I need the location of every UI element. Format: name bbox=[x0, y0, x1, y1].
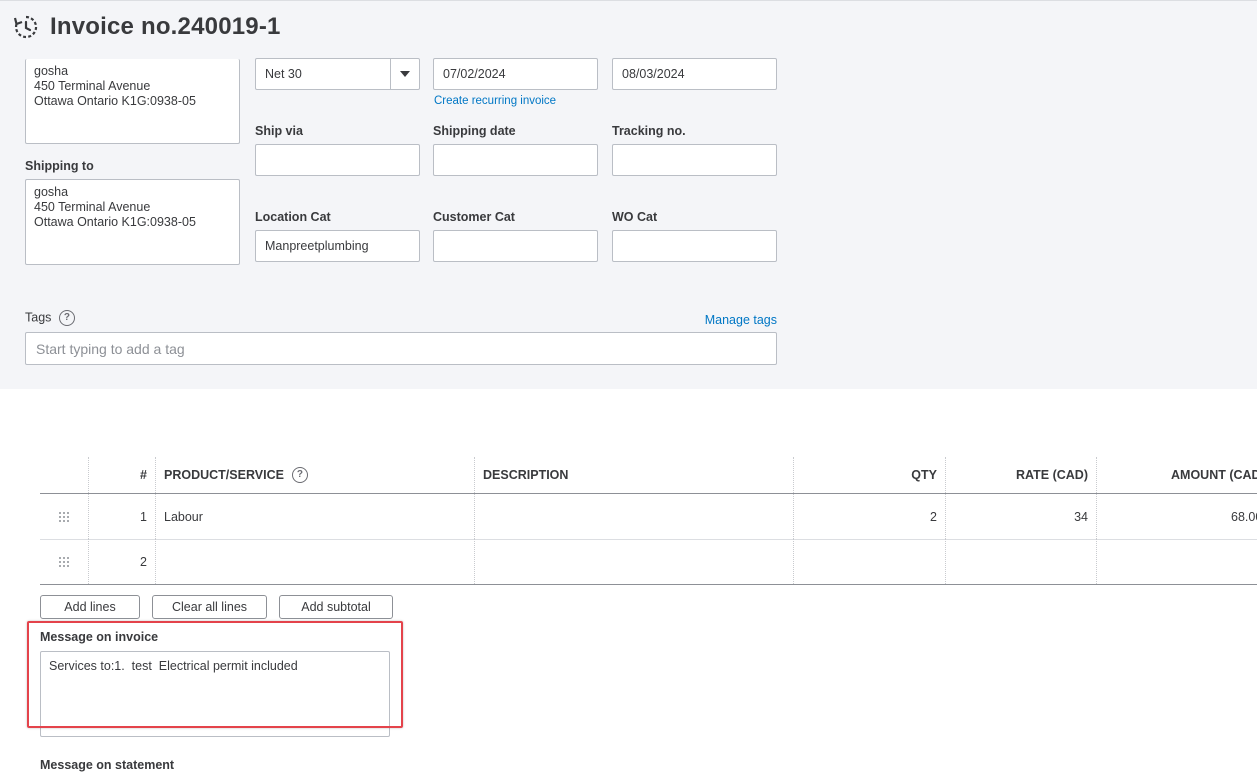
invoice-date-input[interactable]: 07/02/2024 bbox=[433, 58, 598, 90]
shipping-date-input[interactable] bbox=[433, 144, 598, 176]
header-qty: QTY bbox=[793, 457, 945, 493]
help-icon[interactable]: ? bbox=[291, 467, 308, 483]
row-number: 1 bbox=[88, 494, 155, 539]
manage-tags-link[interactable]: Manage tags bbox=[705, 313, 777, 327]
table-row[interactable]: 1 Labour 2 34 68.00 bbox=[40, 494, 1257, 540]
address-line: gosha bbox=[34, 64, 69, 78]
tracking-no-input[interactable] bbox=[612, 144, 777, 176]
row-product[interactable] bbox=[155, 539, 474, 584]
customer-cat-input[interactable] bbox=[433, 230, 598, 262]
header-amount: AMOUNT (CAD) bbox=[1096, 457, 1257, 493]
address-line: Ottawa Ontario K1G:0938-05 bbox=[34, 94, 196, 108]
message-on-invoice-label: Message on invoice bbox=[40, 630, 159, 644]
terms-value: Net 30 bbox=[265, 67, 302, 81]
header-description: DESCRIPTION bbox=[474, 457, 793, 493]
dropdown-arrow-icon[interactable] bbox=[390, 59, 419, 89]
customer-cat-label: Customer Cat bbox=[433, 210, 515, 224]
add-lines-button[interactable]: Add lines bbox=[40, 595, 140, 619]
drag-handle-icon[interactable] bbox=[40, 539, 88, 584]
address-line: 450 Terminal Avenue bbox=[34, 200, 151, 214]
header-rate: RATE (CAD) bbox=[945, 457, 1096, 493]
shipping-to-label: Shipping to bbox=[25, 159, 94, 173]
ship-via-label: Ship via bbox=[255, 124, 303, 138]
create-recurring-invoice-link[interactable]: Create recurring invoice bbox=[434, 95, 556, 107]
shipping-date-label: Shipping date bbox=[433, 124, 516, 138]
message-on-invoice-input[interactable]: Services to:1. test Electrical permit in… bbox=[40, 651, 390, 737]
line-items-table: # PRODUCT/SERVICE ? DESCRIPTION QTY RATE… bbox=[40, 457, 1257, 585]
header-drag-column bbox=[40, 457, 88, 493]
tags-label: Tags bbox=[25, 310, 52, 325]
clear-all-lines-button[interactable]: Clear all lines bbox=[152, 595, 267, 619]
add-subtotal-button[interactable]: Add subtotal bbox=[279, 595, 393, 619]
row-product[interactable]: Labour bbox=[155, 494, 474, 539]
tags-label-row: Tags ? bbox=[25, 310, 75, 326]
row-qty[interactable] bbox=[793, 539, 945, 584]
drag-handle-icon[interactable] bbox=[40, 494, 88, 539]
row-rate[interactable] bbox=[945, 539, 1096, 584]
header-product-service: PRODUCT/SERVICE ? bbox=[155, 457, 474, 493]
due-date-input[interactable]: 08/03/2024 bbox=[612, 58, 777, 90]
terms-select[interactable]: Net 30 bbox=[255, 58, 420, 90]
row-amount[interactable]: 68.00 bbox=[1096, 494, 1257, 539]
billing-address-field[interactable]: gosha 450 Terminal Avenue Ottawa Ontario… bbox=[25, 59, 240, 144]
address-line: 450 Terminal Avenue bbox=[34, 79, 151, 93]
address-line: gosha bbox=[34, 185, 69, 199]
invoice-header-panel: Invoice no.240019-1 gosha 450 Terminal A… bbox=[0, 0, 1257, 389]
row-qty[interactable]: 2 bbox=[793, 494, 945, 539]
shipping-address-field[interactable]: gosha 450 Terminal Avenue Ottawa Ontario… bbox=[25, 179, 240, 265]
row-rate[interactable]: 34 bbox=[945, 494, 1096, 539]
header-product-label: PRODUCT/SERVICE bbox=[164, 468, 284, 482]
tags-input[interactable] bbox=[25, 332, 777, 365]
recent-history-icon[interactable] bbox=[12, 13, 40, 41]
row-amount[interactable] bbox=[1096, 539, 1257, 584]
location-cat-input[interactable]: Manpreetplumbing bbox=[255, 230, 420, 262]
tracking-no-label: Tracking no. bbox=[612, 124, 686, 138]
location-cat-label: Location Cat bbox=[255, 210, 331, 224]
header-number: # bbox=[88, 457, 155, 493]
table-header-row: # PRODUCT/SERVICE ? DESCRIPTION QTY RATE… bbox=[40, 457, 1257, 494]
address-line: Ottawa Ontario K1G:0938-05 bbox=[34, 215, 196, 229]
row-number: 2 bbox=[88, 539, 155, 584]
table-row[interactable]: 2 bbox=[40, 539, 1257, 585]
row-description[interactable] bbox=[474, 494, 793, 539]
row-description[interactable] bbox=[474, 539, 793, 584]
page-title: Invoice no.240019-1 bbox=[50, 13, 281, 40]
wo-cat-label: WO Cat bbox=[612, 210, 658, 224]
ship-via-input[interactable] bbox=[255, 144, 420, 176]
title-bar: Invoice no.240019-1 bbox=[12, 9, 281, 45]
message-on-statement-label: Message on statement bbox=[40, 758, 175, 772]
wo-cat-input[interactable] bbox=[612, 230, 777, 262]
help-icon[interactable]: ? bbox=[58, 310, 75, 326]
